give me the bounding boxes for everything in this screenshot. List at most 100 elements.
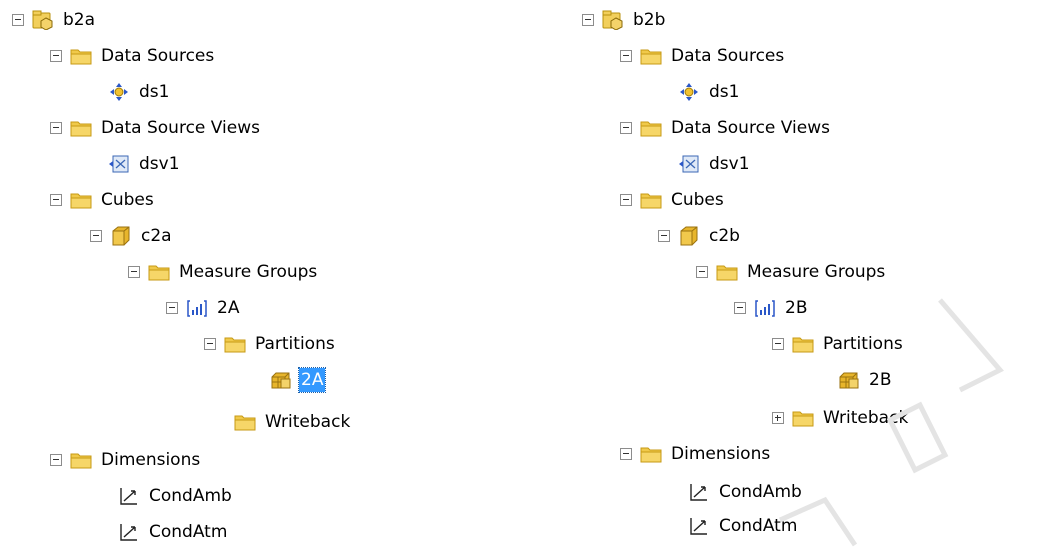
- collapse-toggle[interactable]: [734, 302, 746, 314]
- tree-node-partitions[interactable]: Partitions: [772, 330, 905, 358]
- tree-node-measure-group[interactable]: 2B: [734, 294, 809, 322]
- folder-icon: [640, 118, 662, 138]
- project-label: b2a: [63, 10, 96, 30]
- dimension-icon: [118, 486, 140, 506]
- dsv-label: dsv1: [709, 154, 750, 174]
- tree-node-measure-groups[interactable]: Measure Groups: [696, 258, 887, 286]
- collapse-toggle[interactable]: [50, 122, 62, 134]
- partition-label: 2B: [869, 370, 892, 390]
- tree-node-dimensions[interactable]: Dimensions: [50, 446, 202, 474]
- dimension-label: CondAmb: [149, 486, 232, 506]
- dimension-icon: [688, 482, 710, 502]
- folder-icon: [640, 190, 662, 210]
- folder-icon: [148, 262, 170, 282]
- collapse-toggle[interactable]: [166, 302, 178, 314]
- folder-label: Cubes: [101, 190, 154, 210]
- collapse-toggle[interactable]: [90, 230, 102, 242]
- tree-node-data-source-views[interactable]: Data Source Views: [50, 114, 262, 142]
- tree-node-writeback[interactable]: Writeback: [772, 404, 910, 432]
- dimension-icon: [688, 516, 710, 536]
- tree-node-project[interactable]: b2b: [582, 6, 667, 34]
- collapse-toggle[interactable]: [50, 50, 62, 62]
- tree-node-partitions[interactable]: Partitions: [204, 330, 337, 358]
- folder-label: Writeback: [823, 408, 909, 428]
- tree-node-measure-groups[interactable]: Measure Groups: [128, 258, 319, 286]
- tree-node-dimension[interactable]: CondAmb: [118, 482, 234, 510]
- tree-node-dimension[interactable]: CondAtm: [118, 518, 229, 546]
- tree-node-partition[interactable]: 2B: [838, 366, 893, 394]
- folder-icon: [640, 444, 662, 464]
- partition-label-selected: 2A: [297, 367, 327, 393]
- folder-icon: [792, 408, 814, 428]
- folder-label: Writeback: [265, 412, 351, 432]
- tree-node-cube[interactable]: c2b: [658, 222, 742, 250]
- data-source-label: ds1: [709, 82, 740, 102]
- tree-node-cube[interactable]: c2a: [90, 222, 174, 250]
- dimension-label: CondAtm: [149, 522, 228, 542]
- dimension-label: CondAtm: [719, 516, 798, 536]
- collapse-toggle[interactable]: [12, 14, 24, 26]
- tree-node-cubes[interactable]: Cubes: [50, 186, 156, 214]
- project-label: b2b: [633, 10, 666, 30]
- folder-icon: [70, 118, 92, 138]
- folder-icon: [70, 450, 92, 470]
- cube-label: c2a: [141, 226, 172, 246]
- tree-node-data-source-views[interactable]: Data Source Views: [620, 114, 832, 142]
- collapse-toggle[interactable]: [50, 454, 62, 466]
- collapse-toggle[interactable]: [620, 194, 632, 206]
- collapse-toggle[interactable]: [620, 122, 632, 134]
- collapse-toggle[interactable]: [128, 266, 140, 278]
- collapse-toggle[interactable]: [620, 448, 632, 460]
- collapse-toggle[interactable]: [696, 266, 708, 278]
- collapse-toggle[interactable]: [772, 338, 784, 350]
- folder-icon: [70, 190, 92, 210]
- collapse-toggle[interactable]: [50, 194, 62, 206]
- cube-icon: [678, 226, 700, 246]
- folder-label: Measure Groups: [747, 262, 886, 282]
- folder-label: Dimensions: [101, 450, 201, 470]
- tree-node-dimensions[interactable]: Dimensions: [620, 440, 772, 468]
- folder-label: Data Sources: [101, 46, 215, 66]
- measure-group-icon: [186, 298, 208, 318]
- collapse-toggle[interactable]: [204, 338, 216, 350]
- expand-toggle[interactable]: [772, 412, 784, 424]
- folder-label: Measure Groups: [179, 262, 318, 282]
- folder-label: Data Sources: [671, 46, 785, 66]
- tree-node-data-sources[interactable]: Data Sources: [620, 42, 786, 70]
- tree-node-dimension[interactable]: CondAtm: [688, 512, 799, 540]
- tree-node-measure-group[interactable]: 2A: [166, 294, 241, 322]
- folder-label: Data Source Views: [101, 118, 260, 138]
- measure-group-label: 2B: [785, 298, 808, 318]
- dsv-icon: [678, 154, 700, 174]
- tree-node-project[interactable]: b2a: [12, 6, 97, 34]
- folder-label: Data Source Views: [671, 118, 830, 138]
- folder-icon: [234, 412, 256, 432]
- tree-node-partition[interactable]: 2A: [270, 366, 327, 394]
- tree-node-cubes[interactable]: Cubes: [620, 186, 726, 214]
- folder-label: Partitions: [823, 334, 903, 354]
- dsv-label: dsv1: [139, 154, 180, 174]
- folder-icon: [640, 46, 662, 66]
- collapse-toggle[interactable]: [582, 14, 594, 26]
- data-source-icon: [678, 82, 700, 102]
- collapse-toggle[interactable]: [620, 50, 632, 62]
- tree-node-writeback[interactable]: Writeback: [234, 408, 352, 436]
- folder-label: Dimensions: [671, 444, 771, 464]
- folder-icon: [716, 262, 738, 282]
- cube-label: c2b: [709, 226, 740, 246]
- tree-node-dimension[interactable]: CondAmb: [688, 478, 804, 506]
- project-icon: [32, 10, 54, 30]
- cube-icon: [110, 226, 132, 246]
- tree-node-dsv[interactable]: dsv1: [678, 150, 752, 178]
- dimension-icon: [118, 522, 140, 542]
- tree-node-dsv[interactable]: dsv1: [108, 150, 182, 178]
- folder-icon: [70, 46, 92, 66]
- tree-node-data-source[interactable]: ds1: [678, 78, 741, 106]
- collapse-toggle[interactable]: [658, 230, 670, 242]
- tree-node-data-sources[interactable]: Data Sources: [50, 42, 216, 70]
- folder-icon: [224, 334, 246, 354]
- dimension-label: CondAmb: [719, 482, 802, 502]
- solution-explorer-trees: b2a Data Sources ds1 Data Source Views d…: [0, 0, 1039, 550]
- tree-node-data-source[interactable]: ds1: [108, 78, 171, 106]
- dsv-icon: [108, 154, 130, 174]
